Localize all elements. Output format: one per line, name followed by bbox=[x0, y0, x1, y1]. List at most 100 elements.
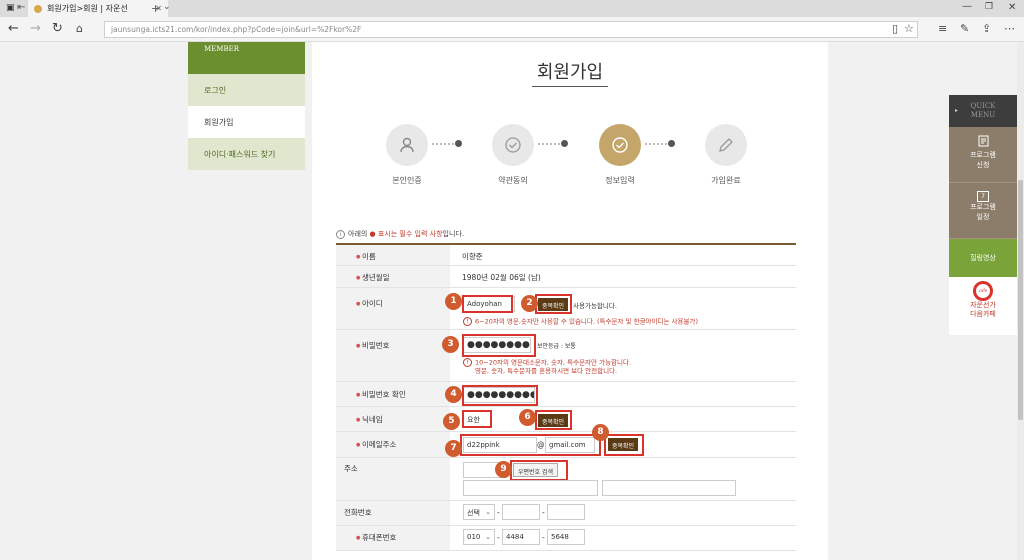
url-input[interactable]: jaunsunga.icts21.com/kor/index.php?pCode… bbox=[104, 21, 918, 38]
annotation-marker-7: 7 bbox=[445, 440, 462, 457]
maximize-icon[interactable]: ❐ bbox=[985, 2, 993, 12]
quick-menu-header[interactable]: ▸ QUICK MENU bbox=[949, 95, 1017, 127]
favorite-star-icon[interactable]: ☆ bbox=[904, 23, 914, 35]
label-id: 아이디 bbox=[356, 298, 383, 309]
quick-program-apply[interactable]: 프로그램 신청 bbox=[949, 127, 1017, 183]
mobile-last-input[interactable]: 5648 bbox=[547, 529, 585, 545]
mobile-area-select[interactable]: 010 ⌄ bbox=[463, 529, 495, 545]
quick-toggle-icon[interactable]: ▸ bbox=[955, 106, 958, 115]
share-icon[interactable]: ⇪ bbox=[982, 23, 991, 35]
refresh-icon[interactable]: ↻ bbox=[52, 21, 63, 37]
annotation-marker-8: 8 bbox=[592, 424, 609, 441]
step-4-circle bbox=[705, 124, 747, 166]
row-divider bbox=[336, 550, 796, 551]
reading-view-icon[interactable]: ▯ bbox=[892, 23, 898, 35]
highlight-box bbox=[535, 410, 572, 430]
annotation-marker-3: 3 bbox=[442, 336, 459, 353]
label-cell bbox=[336, 266, 450, 288]
address-line1-input[interactable] bbox=[463, 480, 598, 496]
step-2-label: 약관동의 bbox=[498, 176, 528, 185]
mobile-dash: - bbox=[542, 533, 545, 542]
more-icon[interactable]: ⋯ bbox=[1004, 23, 1015, 35]
row-divider bbox=[336, 406, 796, 407]
row-divider bbox=[336, 500, 796, 501]
password-strength: 보안등급 : 보통 bbox=[537, 343, 576, 350]
cafe-logo-icon: cafe bbox=[973, 281, 993, 301]
annotation-marker-9: 9 bbox=[495, 461, 512, 478]
step-3-circle-active bbox=[599, 124, 641, 166]
info-icon: i bbox=[336, 229, 345, 239]
home-icon[interactable]: ⌂ bbox=[76, 21, 83, 37]
notice-required-mark: ● 표시는 필수 입력 사항 bbox=[369, 230, 443, 238]
phone-last-input[interactable] bbox=[547, 504, 585, 520]
phone-area-select[interactable]: 선택 ⌄ bbox=[463, 504, 495, 520]
step-4-label: 가입완료 bbox=[711, 176, 741, 185]
back-tabs-icon[interactable]: ⇤ bbox=[17, 2, 25, 13]
chevron-down-icon: ⌄ bbox=[485, 533, 491, 541]
warning-icon: ! bbox=[463, 358, 472, 367]
highlight-box bbox=[460, 434, 601, 456]
minimize-icon[interactable]: — bbox=[962, 1, 972, 12]
id-status: 사용가능합니다. bbox=[573, 302, 617, 310]
sidebar-item-find-account[interactable]: 아이디·패스워드 찾기 bbox=[188, 138, 305, 170]
phone-mid-input[interactable] bbox=[502, 504, 540, 520]
calendar-icon: 7 bbox=[977, 191, 989, 202]
browser-tab-active[interactable]: 회원가입>회원 | 자운선 ✕ bbox=[28, 0, 168, 17]
tab-list-icon[interactable]: ⌄ bbox=[163, 2, 171, 12]
label-nickname: 닉네임 bbox=[356, 414, 383, 425]
label-cell bbox=[336, 245, 450, 266]
window-close-icon[interactable]: ✕ bbox=[1008, 2, 1016, 13]
check-icon bbox=[612, 137, 628, 153]
site-favicon-icon bbox=[34, 4, 42, 13]
label-mobile: 휴대폰번호 bbox=[356, 532, 397, 543]
quick-header-line2: MENU bbox=[970, 111, 996, 119]
forward-arrow-icon[interactable]: → bbox=[30, 21, 41, 37]
row-divider bbox=[336, 381, 796, 382]
row-divider bbox=[336, 265, 796, 266]
label-password: 비밀번호 bbox=[356, 340, 390, 351]
name-value: 이향준 bbox=[462, 252, 483, 261]
url-text: jaunsunga.icts21.com/kor/index.php?pCode… bbox=[111, 25, 362, 34]
step-dot bbox=[668, 140, 675, 147]
row-divider bbox=[336, 431, 796, 432]
mobile-dash: - bbox=[497, 533, 500, 542]
address-line2-input[interactable] bbox=[602, 480, 736, 496]
quick-program-schedule[interactable]: 7 프로그램 일정 bbox=[949, 183, 1017, 239]
cafe-logo-text: cafe bbox=[978, 288, 988, 293]
password-warning-1: 10~20자의 영문대소문자, 숫자, 특수문자만 가능합니다. bbox=[475, 358, 632, 367]
tab-title: 회원가입>회원 | 자운선 bbox=[47, 4, 128, 13]
quick-item1-line1: 프로그램 bbox=[970, 151, 996, 159]
label-cell bbox=[336, 288, 450, 330]
new-tab-icon[interactable]: + bbox=[151, 2, 160, 15]
hub-icon[interactable]: ≡ bbox=[938, 23, 947, 35]
title-underline bbox=[532, 86, 608, 87]
quick-item4-line2: 다음카페 bbox=[970, 310, 996, 318]
row-divider bbox=[336, 329, 796, 330]
phone-area-value: 선택 bbox=[467, 509, 480, 517]
address-bar-row: ← → ↻ ⌂ jaunsunga.icts21.com/kor/index.p… bbox=[0, 17, 1024, 42]
quick-item1-line2: 신청 bbox=[976, 161, 990, 169]
notice-post: 입니다. bbox=[442, 230, 465, 238]
annotation-marker-1: 1 bbox=[445, 293, 462, 310]
step-dot bbox=[561, 140, 568, 147]
tab-actions-icon[interactable]: ▣ bbox=[6, 3, 15, 13]
sidebar-item-login[interactable]: 로그인 bbox=[188, 74, 305, 106]
step-2-circle bbox=[492, 124, 534, 166]
sidebar-header: MEMBER bbox=[188, 42, 305, 74]
mobile-mid-input[interactable]: 4484 bbox=[502, 529, 540, 545]
sidebar-item-signup[interactable]: 회원가입 bbox=[188, 106, 305, 138]
quick-healing-video[interactable]: 힐링영상 bbox=[949, 239, 1017, 277]
step-3-label: 정보입력 bbox=[605, 176, 635, 185]
quick-item4-line1: 자운선가 bbox=[970, 301, 996, 309]
highlight-box bbox=[462, 295, 513, 313]
step-1-label: 본인인증 bbox=[392, 176, 422, 185]
phone-dash: - bbox=[542, 508, 545, 517]
quick-daum-cafe[interactable]: cafe 자운선가 다음카페 bbox=[949, 277, 1017, 335]
annotation-marker-4: 4 bbox=[445, 386, 462, 403]
back-arrow-icon[interactable]: ← bbox=[8, 21, 19, 37]
pen-icon[interactable]: ✎ bbox=[960, 23, 969, 35]
scrollbar-thumb[interactable] bbox=[1018, 180, 1023, 420]
annotation-marker-5: 5 bbox=[443, 413, 460, 430]
quick-item2-line1: 프로그램 bbox=[970, 203, 996, 211]
step-dot bbox=[455, 140, 462, 147]
